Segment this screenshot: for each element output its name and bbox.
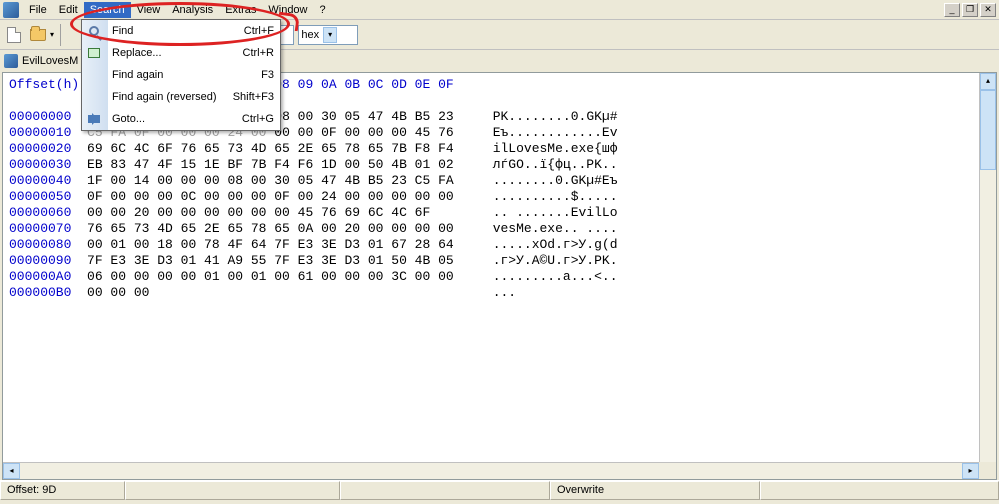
horizontal-scrollbar[interactable]: ◂ ▸ <box>3 462 979 479</box>
menu-item-replace[interactable]: Replace... Ctrl+R <box>82 42 280 64</box>
combo-hex-value: hex <box>301 29 319 41</box>
menu-edit[interactable]: Edit <box>53 2 84 18</box>
menu-help[interactable]: ? <box>314 2 332 18</box>
new-file-button[interactable] <box>4 25 24 45</box>
status-cell-2 <box>125 481 340 500</box>
find-icon <box>86 23 102 39</box>
combo-hex[interactable]: hex ▾ <box>298 25 358 45</box>
menu-window[interactable]: Window <box>262 2 313 18</box>
menu-item-find-again[interactable]: Find again F3 <box>82 64 280 86</box>
status-offset: Offset: 9D <box>0 481 125 500</box>
new-file-icon <box>7 27 21 43</box>
menu-item-label: Goto... <box>112 113 145 125</box>
status-mode: Overwrite <box>550 481 760 500</box>
statusbar: Offset: 9D Overwrite <box>0 480 999 500</box>
toolbar-separator <box>60 24 61 46</box>
menu-item-shortcut: Ctrl+F <box>244 25 274 37</box>
close-button[interactable]: ✕ <box>980 3 996 17</box>
open-file-button[interactable] <box>28 25 48 45</box>
goto-icon <box>86 111 102 127</box>
scroll-up-button[interactable]: ▴ <box>980 73 996 90</box>
window-controls: _ ❐ ✕ <box>944 3 996 17</box>
chevron-down-icon: ▾ <box>323 27 337 43</box>
status-cell-5 <box>760 481 999 500</box>
menubar: File Edit Search View Analysis Extras Wi… <box>0 0 999 20</box>
open-file-icon <box>30 29 46 41</box>
hex-editor[interactable]: Offset(h) 00 01 02 03 04 05 06 07 08 09 … <box>2 72 997 480</box>
scroll-track[interactable] <box>20 463 962 479</box>
file-icon <box>4 54 18 68</box>
app-icon <box>3 2 19 18</box>
scroll-right-button[interactable]: ▸ <box>962 463 979 479</box>
menu-item-shortcut: Ctrl+R <box>243 47 274 59</box>
menu-view[interactable]: View <box>131 2 167 18</box>
menu-extras[interactable]: Extras <box>219 2 262 18</box>
menu-item-find-again-reversed[interactable]: Find again (reversed) Shift+F3 <box>82 86 280 108</box>
restore-button[interactable]: ❐ <box>962 3 978 17</box>
menu-analysis[interactable]: Analysis <box>166 2 219 18</box>
scroll-thumb[interactable] <box>980 90 996 170</box>
scroll-corner <box>979 462 996 479</box>
search-dropdown: Find Ctrl+F Replace... Ctrl+R Find again… <box>81 19 281 131</box>
menu-item-label: Find again (reversed) <box>112 91 217 103</box>
replace-icon <box>86 45 102 61</box>
menu-item-label: Find again <box>112 69 163 81</box>
menu-search[interactable]: Search <box>84 2 131 18</box>
file-tab[interactable]: EvilLovesM <box>22 55 78 67</box>
menu-item-shortcut: Shift+F3 <box>233 91 274 103</box>
status-cell-3 <box>340 481 550 500</box>
menu-item-label: Replace... <box>112 47 162 59</box>
vertical-scrollbar[interactable]: ▴ <box>979 73 996 462</box>
menu-item-label: Find <box>112 25 133 37</box>
open-dropdown-arrow-icon[interactable]: ▾ <box>50 30 54 39</box>
menu-item-shortcut: F3 <box>261 69 274 81</box>
menu-item-goto[interactable]: Goto... Ctrl+G <box>82 108 280 130</box>
menu-item-shortcut: Ctrl+G <box>242 113 274 125</box>
minimize-button[interactable]: _ <box>944 3 960 17</box>
menu-file[interactable]: File <box>23 2 53 18</box>
menu-item-find[interactable]: Find Ctrl+F <box>82 20 280 42</box>
scroll-left-button[interactable]: ◂ <box>3 463 20 479</box>
